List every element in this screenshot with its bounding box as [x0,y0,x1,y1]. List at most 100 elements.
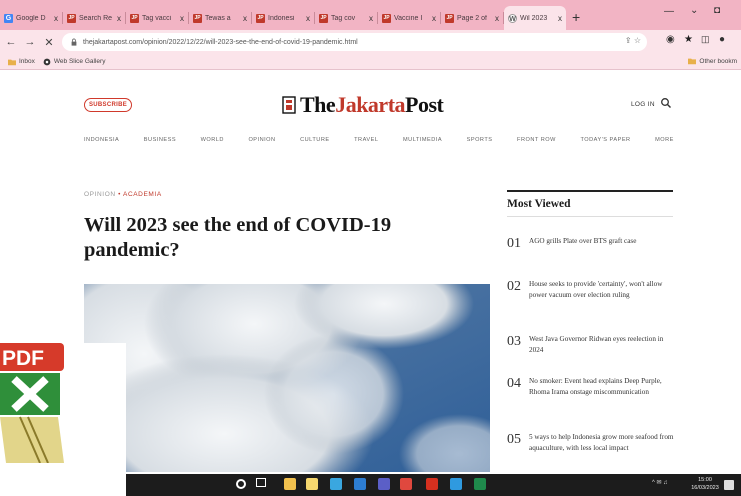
browser-tab[interactable]: W Wil 2023 x [504,6,566,30]
file-explorer-icon[interactable] [284,478,296,490]
most-viewed-item[interactable]: 04 No smoker: Event head explains Deep Pu… [507,376,677,398]
browser-tab[interactable]: JP Tewas a x [189,6,251,30]
photos-icon[interactable] [450,478,462,490]
bookmark-label: Inbox [19,58,35,65]
browser-tab[interactable]: JP Search Re x [63,6,125,30]
nav-item-opinion[interactable]: OPINION [248,137,275,143]
star-icon[interactable]: ★ [684,34,693,45]
browser-tab[interactable]: JP Indonesi x [252,6,314,30]
tab-close-icon[interactable]: x [243,14,247,23]
tab-title: Page 2 of [457,14,487,22]
browser-tab-strip: G Google Dx JP Search Re x JP Tag vacci x JP Tewa… [0,0,741,30]
most-viewed-link[interactable]: West Java Governor Ridwan eyes reelectio… [529,334,674,356]
tab-title: Indonesi [268,14,295,22]
logo-post: Post [405,92,444,117]
jp-icon: JP [193,13,202,23]
tab-close-icon[interactable]: x [558,14,562,23]
chevron-down-icon[interactable]: ⌄ [690,5,698,16]
tab-title: Wil 2023 [520,14,548,22]
most-viewed-number: 02 [507,279,521,294]
tab-close-icon[interactable]: x [495,14,499,23]
store-icon[interactable] [306,478,318,490]
back-button[interactable]: ← [3,36,19,48]
most-viewed-link[interactable]: 5 ways to help Indonesia grow more seafo… [529,432,674,454]
tab-close-icon[interactable]: x [180,14,184,23]
nav-item-indonesia[interactable]: INDONESIA [84,137,119,143]
tab-close-icon[interactable]: x [54,14,58,23]
browser-tab[interactable]: G Google D x [0,6,62,30]
logo-jakarta: Jakarta [335,92,406,117]
bookmark-web-slice-gallery[interactable]: Web Slice Gallery [43,58,105,66]
browser-tab[interactable]: JP Vaccine I x [378,6,440,30]
excel-icon[interactable] [474,478,486,490]
tab-close-icon[interactable]: x [432,14,436,23]
nav-item-today-s-paper[interactable]: TODAY'S PAPER [580,137,630,143]
nav-item-more[interactable]: MORE [655,137,674,143]
article-headline: Will 2023 see the end of COVID-19 pandem… [84,214,392,261]
sidebar-icon[interactable]: ◫ [701,34,710,45]
extension-icon[interactable]: ◉ [666,34,675,45]
mail-icon[interactable] [354,478,366,490]
edge-icon[interactable] [330,478,342,490]
nav-item-business[interactable]: BUSINESS [144,137,176,143]
article-category: OPINION • ACADEMIA [84,191,162,198]
task-view-icon[interactable] [256,478,266,487]
browser-tab[interactable]: JP Tag cov x [315,6,377,30]
jp-icon: JP [319,13,328,23]
login-link[interactable]: LOG IN [631,101,655,108]
main-nav: INDONESIA BUSINESS WORLD OPINION CULTURE TRAV… [84,137,674,143]
url-text: thejakartapost.com/opinion/2022/12/22/wi… [83,38,358,46]
taskbar-clock[interactable]: 15:00 16/03/2023 [688,476,722,492]
browser-tab[interactable]: JP Page 2 of x [441,6,503,30]
tab-title: Tag cov [331,14,356,22]
nav-item-travel[interactable]: TRAVEL [354,137,378,143]
bookmark-inbox[interactable]: Inbox [8,58,35,66]
category-separator: • [118,191,121,198]
clock-time: 15:00 [698,477,712,483]
chrome-icon[interactable] [400,478,412,490]
forward-button[interactable]: → [22,36,38,48]
tab-close-icon[interactable]: x [306,14,310,23]
most-viewed-number: 04 [507,376,521,391]
teams-icon[interactable] [378,478,390,490]
most-viewed-item[interactable]: 03 West Java Governor Ridwan eyes reelect… [507,334,677,356]
most-viewed-item[interactable]: 02 House seeks to provide 'certainty', wo… [507,279,677,301]
other-bookmarks[interactable]: Other bookm [688,57,737,65]
acrobat-icon[interactable] [426,478,438,490]
new-tab-button[interactable]: + [572,9,580,25]
search-icon[interactable] [660,97,672,109]
nav-item-sports[interactable]: SPORTS [467,137,493,143]
profile-icon[interactable]: ● [719,34,725,45]
minimize-icon[interactable]: — [664,6,674,17]
subscribe-button[interactable]: SUBSCRIBE [84,98,132,112]
most-viewed-link[interactable]: No smoker: Event head explains Deep Purp… [529,376,674,398]
pdf-excel-archive-icon[interactable]: PDF [0,343,70,496]
site-logo[interactable]: The Jakarta Post [282,92,444,118]
nav-item-multimedia[interactable]: MULTIMEDIA [403,137,442,143]
category-opinion-link[interactable]: OPINION [84,191,116,198]
close-icon[interactable]: ✕ [41,36,57,49]
nav-item-front-row[interactable]: FRONT ROW [517,137,556,143]
tab-title: Search Re [79,14,113,22]
maximize-icon[interactable]: ◘ [714,5,720,16]
most-viewed-item[interactable]: 05 5 ways to help Indonesia grow more sea… [507,432,677,454]
lock-icon [71,38,77,46]
browser-tab[interactable]: JP Tag vacci x [126,6,188,30]
most-viewed-item[interactable]: 01 AGO grills Plate over BTS graft case [507,236,677,252]
nav-item-world[interactable]: WORLD [201,137,224,143]
start-icon[interactable] [236,479,246,489]
category-academia-link[interactable]: ACADEMIA [123,191,162,198]
jp-icon: JP [445,13,454,23]
url-input[interactable]: thejakartapost.com/opinion/2022/12/22/wi… [62,33,647,51]
globe-icon [43,58,51,65]
notification-icon[interactable] [724,480,734,490]
share-icon[interactable]: ⇪ ☆ [625,36,641,45]
system-tray[interactable]: ^ ✉ ♫ [652,479,668,486]
most-viewed-link[interactable]: AGO grills Plate over BTS graft case [529,236,674,252]
jp-icon: JP [256,13,265,23]
most-viewed-link[interactable]: House seeks to provide 'certainty', won'… [529,279,674,301]
nav-item-culture[interactable]: CULTURE [300,137,330,143]
tab-close-icon[interactable]: x [117,14,121,23]
address-bar-row: ← → ✕ thejakartapost.com/opinion/2022/12… [0,30,741,54]
tab-close-icon[interactable]: x [369,14,373,23]
